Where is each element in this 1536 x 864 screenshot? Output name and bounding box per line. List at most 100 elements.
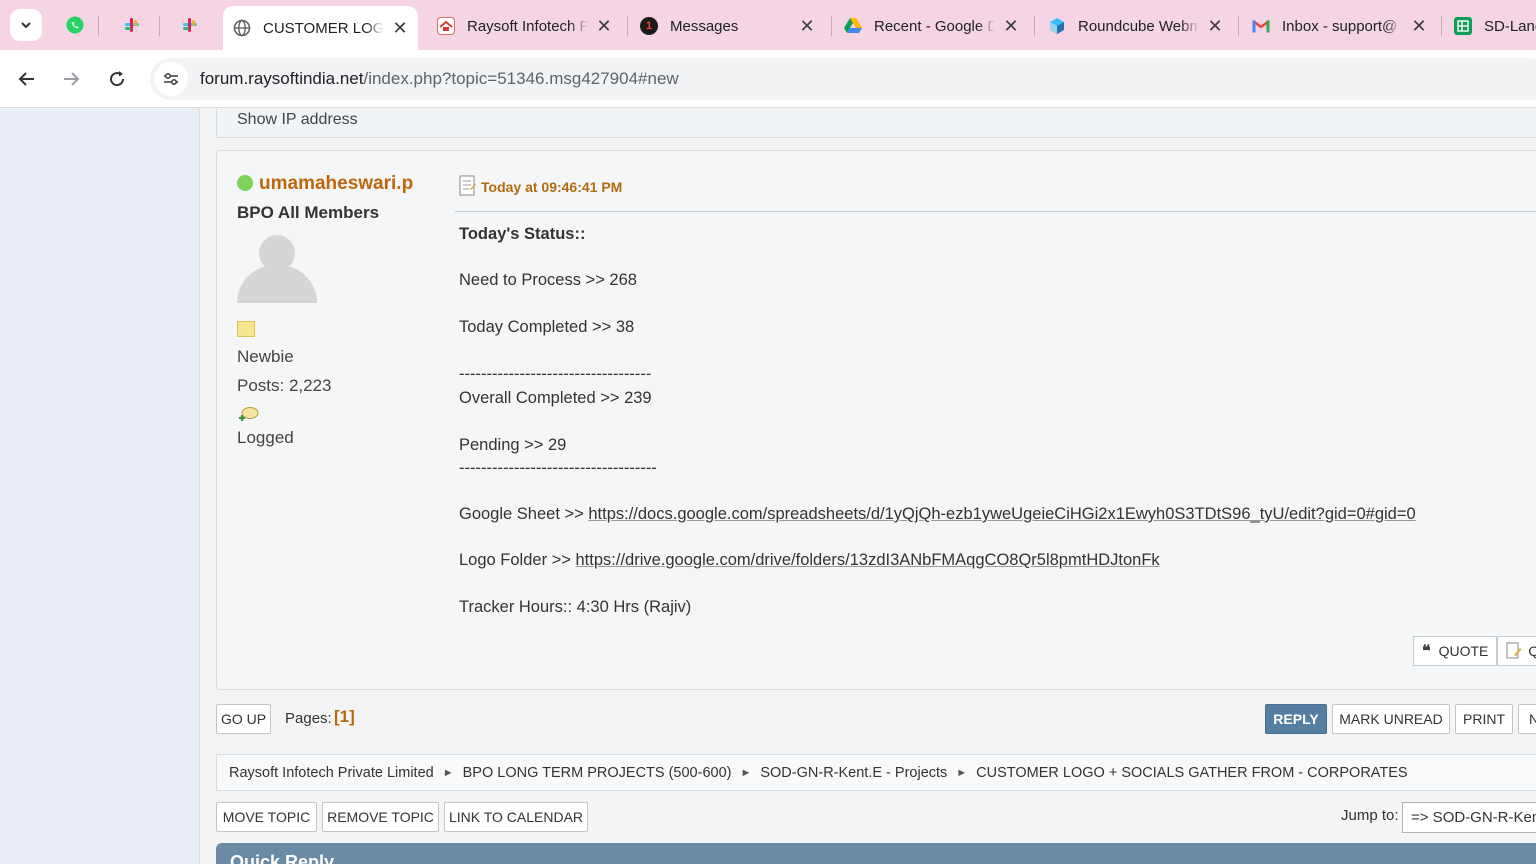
breadcrumb-item[interactable]: SOD-GN-R-Kent.E - Projects — [760, 765, 947, 781]
tab-google-drive[interactable]: Recent - Google Drive ✕ — [834, 8, 1029, 44]
post-body: Today at 09:46:41 PM Today's Status:: Ne… — [455, 175, 1536, 617]
today-completed: Today Completed >> 38 — [459, 318, 635, 336]
quick-edit-button[interactable]: Q — [1497, 636, 1536, 666]
poster-logged: Logged — [237, 428, 294, 447]
post-date[interactable]: Today at 09:46:41 PM — [481, 179, 622, 195]
quick-edit-label: Q — [1528, 643, 1536, 659]
whatsapp-pinned-tab[interactable] — [63, 13, 87, 37]
site-info-button[interactable] — [154, 62, 188, 96]
reload-icon — [110, 71, 125, 87]
slack-pinned-tab-2[interactable] — [178, 13, 202, 37]
notify-button[interactable]: N — [1518, 704, 1536, 734]
go-up-button[interactable]: GO UP — [216, 704, 271, 734]
jump-to-select[interactable]: => SOD-GN-R-Kent.E - Projects — [1402, 802, 1536, 833]
poster-group: BPO All Members — [237, 203, 380, 222]
breadcrumb-separator-icon: ► — [956, 766, 968, 779]
close-icon[interactable]: ✕ — [596, 17, 612, 35]
tab-title: SD-Lane — [1484, 17, 1536, 35]
tab-search-button[interactable] — [10, 9, 42, 41]
overall-completed: Overall Completed >> 239 — [459, 389, 652, 407]
link-to-calendar-button[interactable]: LINK TO CALENDAR — [444, 802, 588, 832]
logo-folder-link[interactable]: https://drive.google.com/drive/folders/1… — [576, 551, 1160, 569]
quote-label: QUOTE — [1438, 643, 1489, 659]
breadcrumb: Raysoft Infotech Private Limited ► BPO L… — [216, 754, 1536, 791]
quote-button[interactable]: ❝ QUOTE — [1413, 636, 1498, 666]
slack-icon — [125, 18, 139, 32]
breadcrumb-separator-icon: ► — [442, 766, 454, 779]
google-sheet-line: Google Sheet >> https://docs.google.com/… — [459, 504, 1536, 524]
forum-page: Show IP address umamaheswari.p BPO All M… — [0, 109, 1536, 864]
tab-title: Messages — [670, 17, 739, 35]
tab-customer-logo[interactable]: CUSTOMER LOGO + SOCIALS GATHER FROM - CO… — [223, 6, 418, 50]
back-button[interactable] — [12, 64, 42, 94]
close-icon[interactable]: ✕ — [1207, 17, 1223, 35]
jump-to-label: Jump to: — [1341, 807, 1399, 824]
post-content: Today's Status:: Need to Process >> 268 … — [455, 224, 1536, 617]
browser-toolbar: forum.raysoftindia.net/index.php?topic=5… — [0, 50, 1536, 108]
tab-title: Raysoft Infotech Private Limited — [467, 17, 588, 35]
online-status-icon — [237, 175, 253, 191]
poster-name[interactable]: umamaheswari.p — [259, 173, 413, 194]
left-sidebar — [0, 109, 200, 864]
quote-icon: ❝ — [1422, 643, 1431, 660]
raysoft-icon — [437, 17, 455, 35]
forward-arrow-icon — [64, 72, 80, 86]
remove-topic-button[interactable]: REMOVE TOPIC — [322, 802, 439, 832]
google-sheets-icon — [1454, 17, 1472, 35]
back-arrow-icon — [18, 72, 34, 86]
tab-gmail[interactable]: Inbox - support@ ✕ — [1242, 8, 1437, 44]
google-sheet-link[interactable]: https://docs.google.com/spreadsheets/d/1… — [588, 505, 1415, 523]
quick-reply-header[interactable]: Quick Reply — [216, 843, 1536, 864]
close-icon[interactable]: ✕ — [1003, 17, 1019, 35]
show-ip-link[interactable]: Show IP address — [237, 111, 358, 129]
print-button[interactable]: PRINT — [1455, 704, 1513, 734]
logo-folder-label: Logo Folder >> — [459, 551, 576, 569]
forward-button[interactable] — [56, 64, 86, 94]
quick-reply-title: Quick Reply — [230, 852, 335, 864]
close-icon[interactable]: ✕ — [799, 17, 815, 35]
move-topic-button[interactable]: MOVE TOPIC — [216, 802, 317, 832]
tab-sheets[interactable]: SD-Lane — [1444, 8, 1536, 44]
gmail-icon — [1252, 17, 1270, 35]
poster-rank: Newbie — [237, 347, 294, 366]
previous-post-footer: Show IP address — [216, 109, 1536, 138]
chevron-down-icon — [21, 22, 31, 29]
tab-roundcube[interactable]: Roundcube Webmail ✕ — [1038, 8, 1233, 44]
reply-button[interactable]: REPLY — [1265, 704, 1327, 734]
pages-label: Pages: — [285, 710, 332, 727]
messages-icon: 1 — [640, 17, 658, 35]
slack-pinned-tab-1[interactable] — [120, 13, 144, 37]
separator-line-1: ----------------------------------- — [459, 365, 652, 383]
breadcrumb-separator-icon: ► — [740, 766, 752, 779]
slack-icon — [183, 18, 197, 32]
post-action-buttons: ❝ QUOTE Q — [1413, 636, 1536, 666]
status-heading: Today's Status:: — [459, 225, 586, 243]
breadcrumb-item[interactable]: BPO LONG TERM PROJECTS (500-600) — [463, 765, 732, 781]
url-path: /index.php?topic=51346.msg427904#new — [363, 69, 679, 88]
tab-messages[interactable]: 1 Messages ✕ — [630, 8, 825, 44]
mark-unread-button[interactable]: MARK UNREAD — [1332, 704, 1450, 734]
google-drive-icon — [844, 17, 862, 35]
whatsapp-icon — [66, 16, 84, 34]
personal-message-icon[interactable] — [237, 406, 259, 424]
current-page: [1] — [334, 707, 355, 726]
avatar — [237, 235, 317, 303]
google-sheet-label: Google Sheet >> — [459, 505, 589, 523]
reload-button[interactable] — [102, 64, 132, 94]
close-icon[interactable]: ✕ — [392, 19, 408, 37]
breadcrumb-item[interactable]: CUSTOMER LOGO + SOCIALS GATHER FROM - CO… — [976, 765, 1407, 781]
tab-title: Roundcube Webmail — [1078, 17, 1199, 35]
tab-title: CUSTOMER LOGO + SOCIALS GATHER FROM - CO… — [263, 19, 384, 37]
post-document-icon — [459, 175, 476, 196]
tracker-hours: Tracker Hours:: 4:30 Hrs (Rajiv) — [459, 598, 692, 616]
close-icon[interactable]: ✕ — [1411, 17, 1427, 35]
url-host: forum.raysoftindia.net — [200, 69, 364, 88]
tab-raysoft[interactable]: Raysoft Infotech Private Limited ✕ — [427, 8, 622, 44]
need-to-process: Need to Process >> 268 — [459, 271, 637, 289]
address-bar[interactable]: forum.raysoftindia.net/index.php?topic=5… — [150, 58, 1536, 100]
url-text[interactable]: forum.raysoftindia.net/index.php?topic=5… — [200, 69, 679, 89]
breadcrumb-item[interactable]: Raysoft Infotech Private Limited — [229, 765, 434, 781]
post-header: Today at 09:46:41 PM — [455, 175, 1536, 212]
separator-line-2: ------------------------------------ — [459, 459, 657, 477]
tab-title: Inbox - support@ — [1282, 17, 1398, 35]
